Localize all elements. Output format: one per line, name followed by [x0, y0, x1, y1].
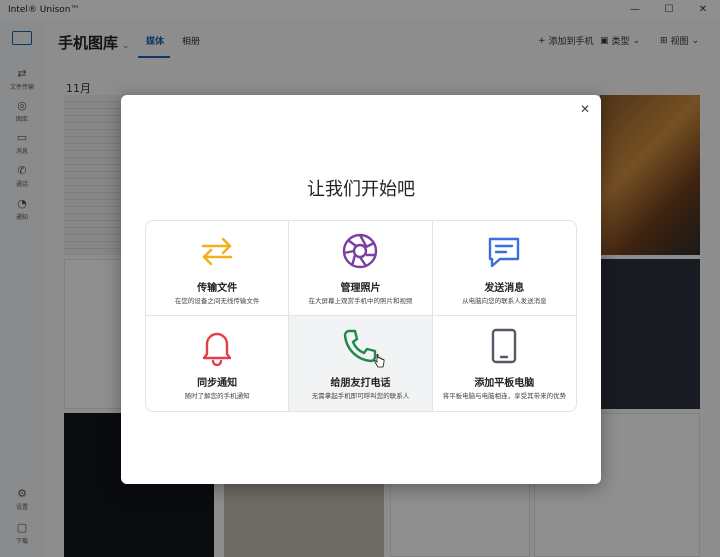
card-description: 随时了解您的手机通知	[184, 392, 250, 400]
get-started-dialog: ✕ 让我们开始吧 传输文件 在您的设备之间无线传输文件 管理照片 在大屏幕上观赏…	[121, 95, 601, 484]
card-description: 在大屏幕上观赏手机中的照片和视频	[308, 297, 413, 305]
card-title: 传输文件	[197, 283, 238, 294]
send-messages-card[interactable]: 发送消息 从电脑向您的联系人发送消息	[432, 221, 576, 316]
card-description: 无需拿起手机即可呼叫您的联系人	[311, 392, 410, 400]
close-icon[interactable]: ✕	[577, 101, 593, 117]
card-description: 在您的设备之间无线传输文件	[174, 297, 260, 305]
card-title: 同步通知	[197, 378, 238, 389]
transfer-files-card[interactable]: 传输文件 在您的设备之间无线传输文件	[146, 221, 290, 316]
card-description: 从电脑向您的联系人发送消息	[462, 297, 547, 305]
hand-cursor-icon	[374, 354, 385, 368]
call-friends-card[interactable]: 给朋友打电话 无需拿起手机即可呼叫您的联系人	[289, 316, 433, 411]
card-title: 给朋友打电话	[330, 378, 391, 389]
chat-bubble-icon	[489, 237, 520, 268]
bell-icon	[202, 332, 232, 366]
add-tablet-card[interactable]: 添加平板电脑 将平板电脑与电脑相连，享受其带来的优势	[433, 316, 576, 411]
card-title: 管理照片	[340, 283, 381, 294]
feature-grid: 传输文件 在您的设备之间无线传输文件 管理照片 在大屏幕上观赏手机中的照片和视频	[145, 220, 577, 412]
card-description: 将平板电脑与电脑相连，享受其带来的优势	[442, 392, 567, 400]
manage-photos-card[interactable]: 管理照片 在大屏幕上观赏手机中的照片和视频	[289, 221, 433, 316]
card-title: 发送消息	[484, 283, 525, 294]
tablet-icon	[492, 328, 517, 364]
dialog-heading: 让我们开始吧	[307, 179, 415, 200]
card-title: 添加平板电脑	[474, 378, 535, 389]
transfer-arrows-icon	[201, 237, 233, 266]
sync-notifications-card[interactable]: 同步通知 随时了解您的手机通知	[146, 316, 290, 411]
aperture-icon	[343, 233, 378, 269]
